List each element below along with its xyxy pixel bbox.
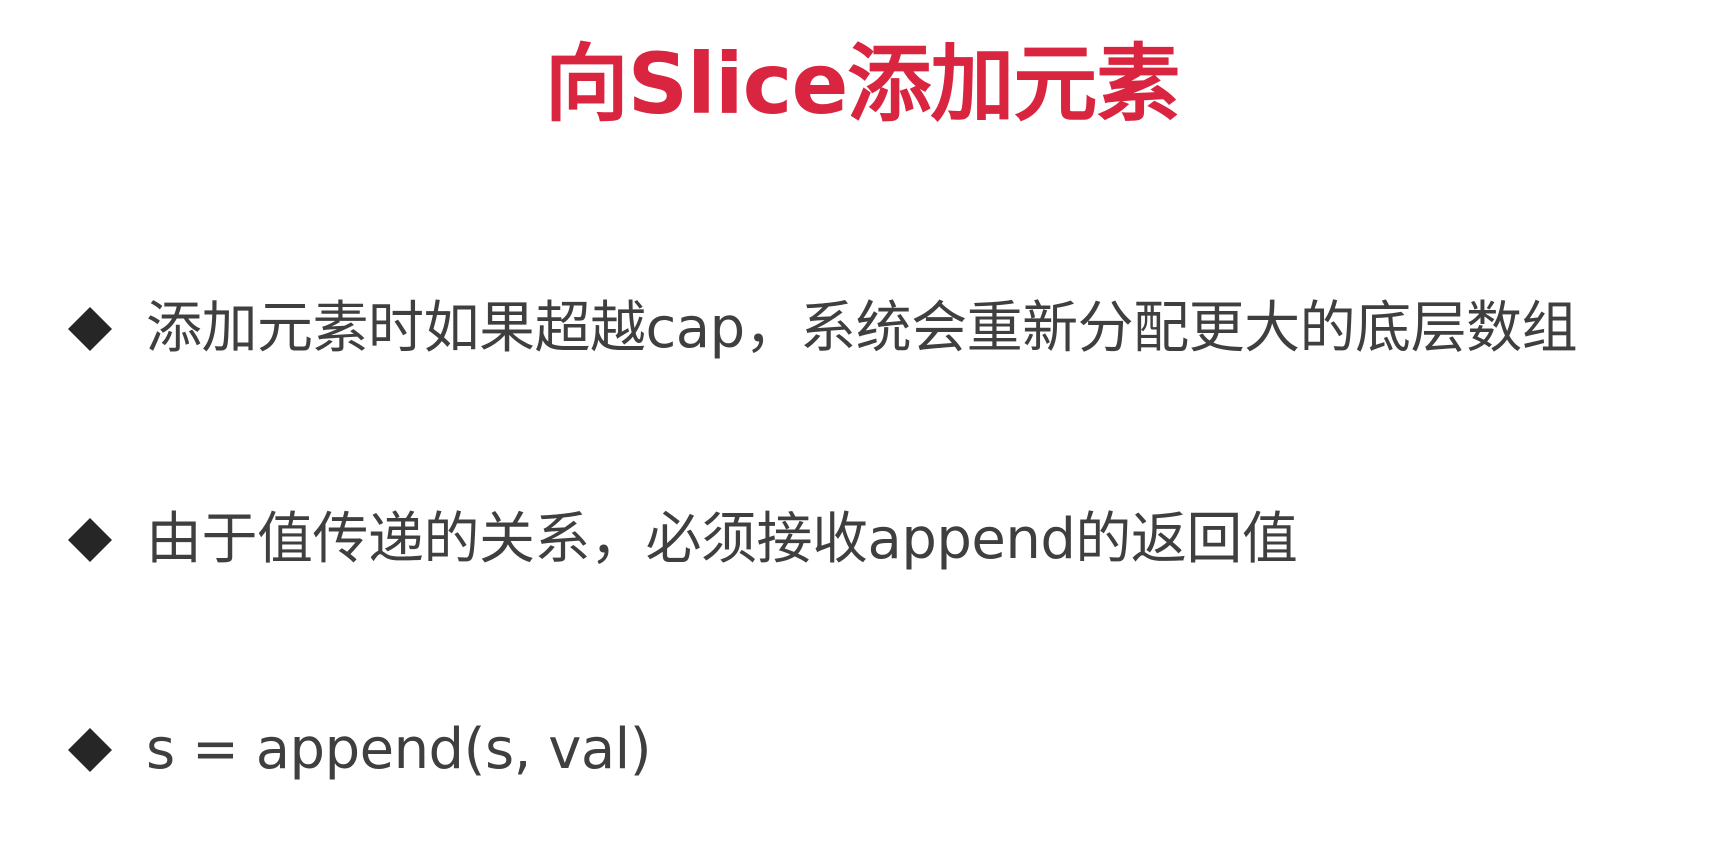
bullet-text: s = append(s, val) bbox=[146, 717, 652, 782]
diamond-bullet-icon bbox=[66, 305, 114, 353]
bullet-item: s = append(s, val) bbox=[66, 715, 652, 785]
bullet-text: 添加元素时如果超越cap，系统会重新分配更大的底层数组 bbox=[146, 296, 1578, 361]
bullet-item: 添加元素时如果超越cap，系统会重新分配更大的底层数组 bbox=[66, 294, 1578, 364]
diamond-bullet-icon bbox=[66, 726, 114, 774]
bullet-text: 由于值传递的关系，必须接收append的返回值 bbox=[146, 507, 1298, 572]
bullet-item: 由于值传递的关系，必须接收append的返回值 bbox=[66, 505, 1298, 575]
diamond-bullet-icon bbox=[66, 516, 114, 564]
slide-title: 向Slice添加元素 bbox=[544, 35, 1181, 133]
slide: 向Slice添加元素 添加元素时如果超越cap，系统会重新分配更大的底层数组 由… bbox=[0, 0, 1724, 847]
